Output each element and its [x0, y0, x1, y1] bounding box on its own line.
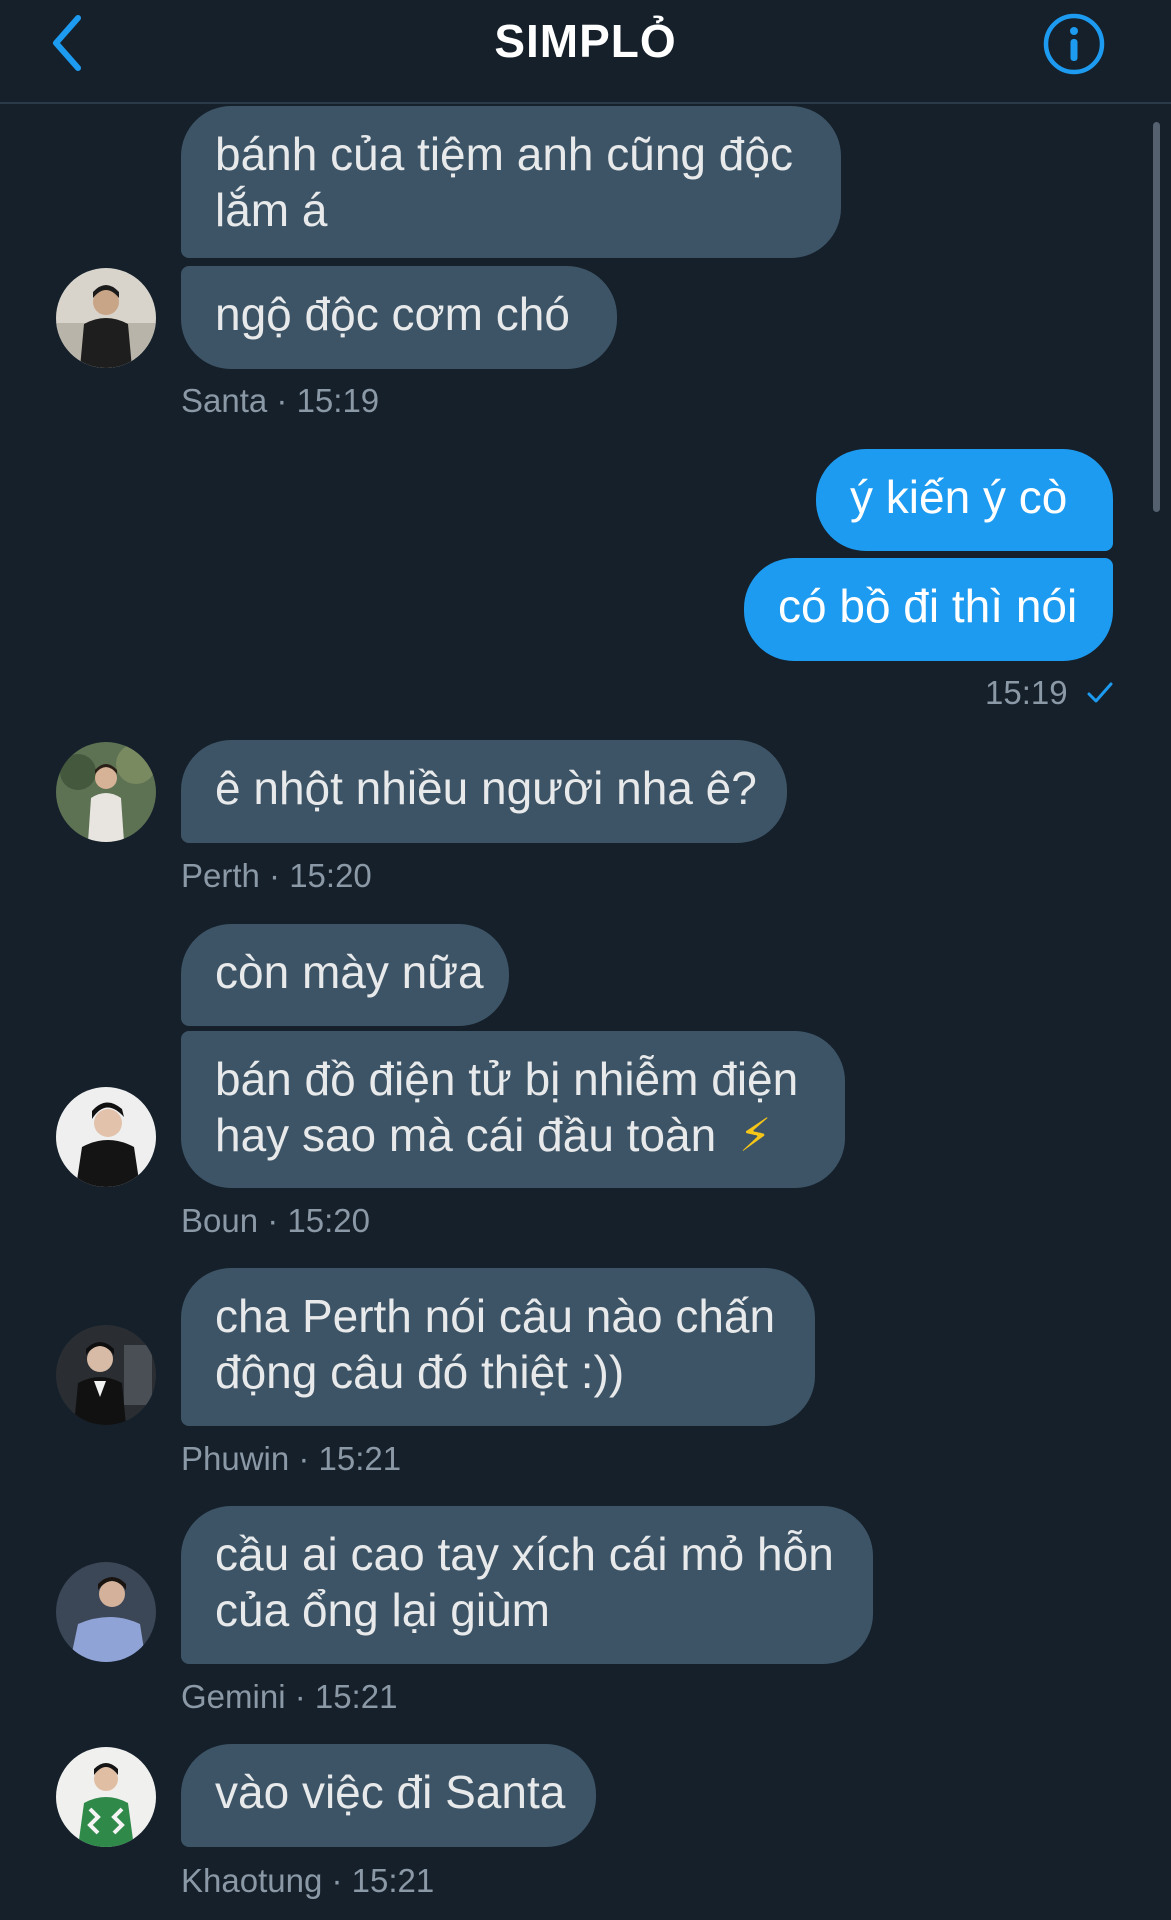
message-text: ý kiến ý cò	[850, 471, 1068, 523]
avatar-perth[interactable]	[56, 742, 156, 842]
message-meta: Boun · 15:20	[181, 1202, 370, 1239]
message-time: 15:19	[985, 674, 1068, 711]
message-meta: Khaotung · 15:21	[181, 1862, 435, 1899]
message-text: ê nhột nhiều người nha ê?	[215, 762, 757, 814]
message-text: cha Perth nói câu nào chấn	[215, 1290, 776, 1342]
message-bubble[interactable]: vào việc đi Santa	[181, 1744, 596, 1847]
avatar-phuwin[interactable]	[56, 1325, 156, 1425]
message-meta: Perth · 15:20	[181, 857, 372, 894]
lightning-emoji: ⚡	[739, 1109, 772, 1161]
message-feed: bánh của tiệm anh cũng độc lắm á ngộ độc…	[0, 0, 1171, 1920]
message-meta: 15:19	[985, 674, 1115, 712]
message-text: bánh của tiệm anh cũng độc	[215, 128, 793, 180]
checkmark-icon	[1087, 682, 1113, 703]
message-bubble[interactable]: ê nhột nhiều người nha ê?	[181, 740, 787, 843]
message-meta: Santa · 15:19	[181, 382, 380, 419]
message-text: động câu đó thiệt :))	[215, 1346, 625, 1398]
message-text: lắm á	[215, 184, 328, 236]
message-bubble-outgoing[interactable]: có bồ đi thì nói	[744, 558, 1113, 661]
avatar-santa[interactable]	[56, 268, 156, 368]
message-bubble[interactable]: bán đồ điện tử bị nhiễm điện hay sao mà …	[181, 1031, 845, 1188]
message-text: cầu ai cao tay xích cái mỏ hỗn	[215, 1528, 834, 1580]
message-bubble[interactable]: cha Perth nói câu nào chấn động câu đó t…	[181, 1268, 815, 1426]
avatar-gemini[interactable]	[56, 1562, 156, 1662]
avatar-boun[interactable]	[56, 1087, 156, 1187]
message-bubble[interactable]: bánh của tiệm anh cũng độc lắm á	[181, 106, 841, 258]
message-text-row: hay sao mà cái đầu toàn ⚡	[215, 1107, 811, 1163]
avatar-khaotung[interactable]	[56, 1747, 156, 1847]
message-text: vào việc đi Santa	[215, 1766, 566, 1818]
message-bubble[interactable]: còn mày nữa	[181, 924, 509, 1026]
message-text: có bồ đi thì nói	[778, 580, 1078, 632]
message-text: còn mày nữa	[215, 946, 484, 998]
message-text: hay sao mà cái đầu toàn	[215, 1109, 717, 1161]
message-bubble-outgoing[interactable]: ý kiến ý cò	[816, 449, 1113, 551]
message-meta: Gemini · 15:21	[181, 1678, 398, 1715]
message-meta: Phuwin · 15:21	[181, 1440, 402, 1477]
message-text: bán đồ điện tử bị nhiễm điện	[215, 1053, 799, 1105]
message-bubble[interactable]: ngộ độc cơm chó	[181, 266, 617, 369]
message-bubble[interactable]: cầu ai cao tay xích cái mỏ hỗn của ổng l…	[181, 1506, 873, 1664]
message-text: của ổng lại giùm	[215, 1584, 550, 1636]
message-text: ngộ độc cơm chó	[215, 288, 570, 340]
